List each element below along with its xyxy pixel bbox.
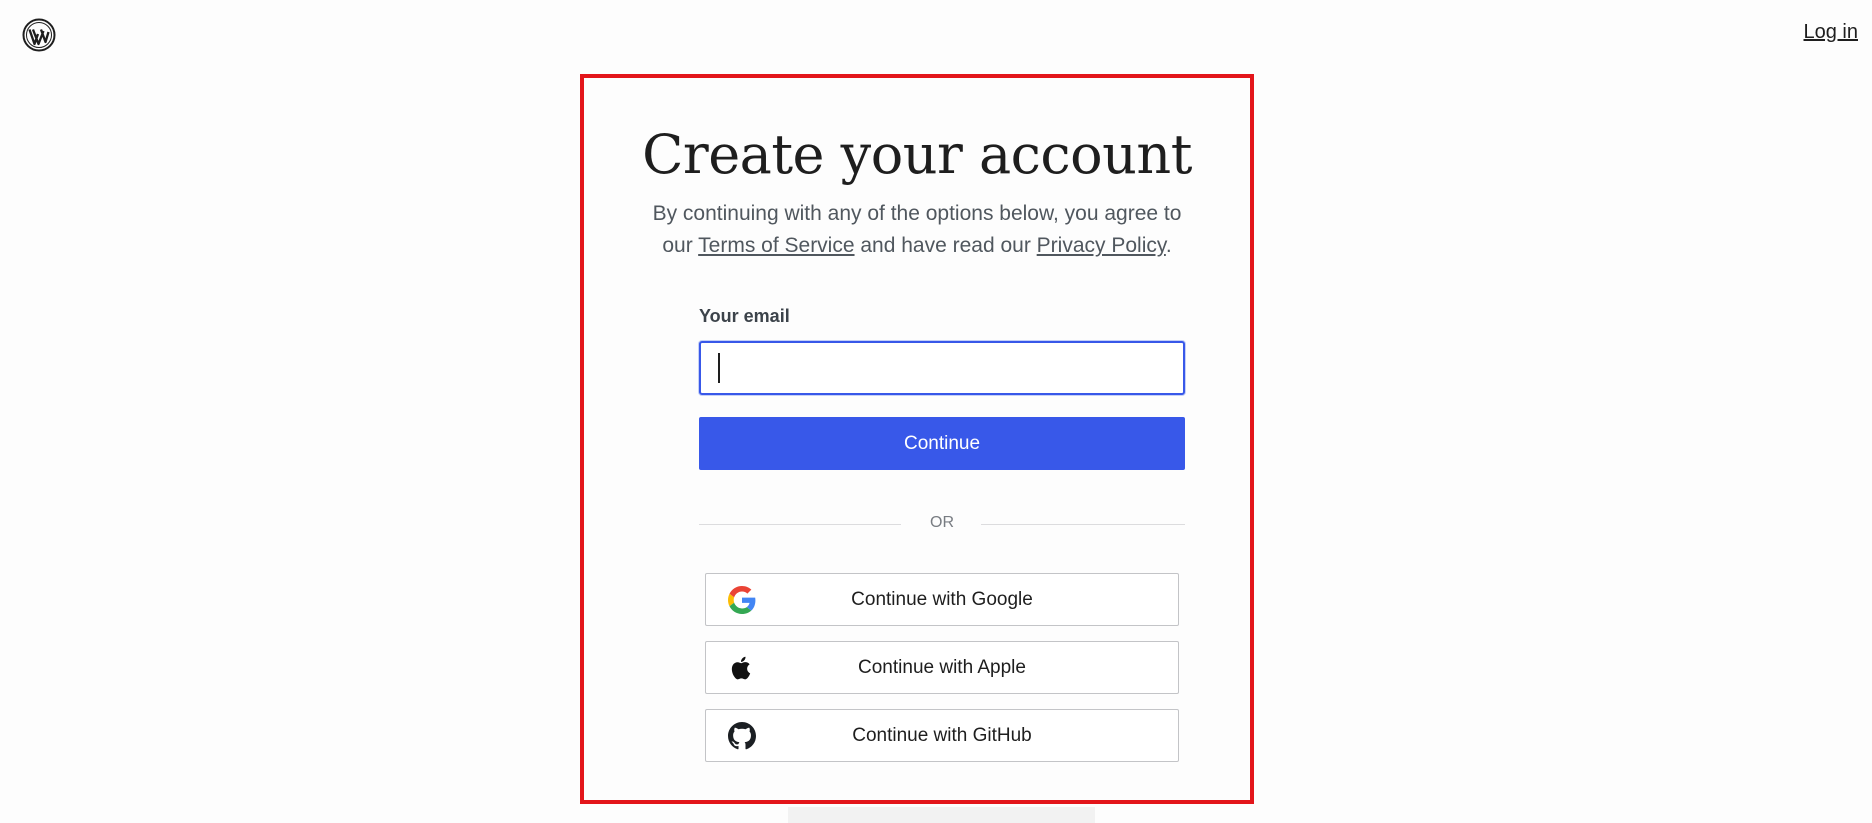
login-link[interactable]: Log in	[1804, 21, 1859, 44]
bottom-tab	[788, 807, 1095, 823]
continue-with-github-button[interactable]: Continue with GitHub	[705, 709, 1179, 762]
google-icon	[728, 586, 756, 614]
page-title: Create your account	[642, 123, 1192, 186]
signup-panel: Create your account By continuing with a…	[584, 78, 1250, 762]
github-icon	[728, 722, 756, 750]
or-divider: OR	[699, 514, 1185, 534]
page: Log in Create your account By continuing…	[0, 0, 1872, 823]
terms-notice-text: and have read our	[854, 234, 1037, 257]
terms-of-service-link[interactable]: Terms of Service	[698, 234, 854, 257]
privacy-policy-link[interactable]: Privacy Policy	[1037, 234, 1166, 257]
terms-notice-text: .	[1165, 234, 1172, 257]
email-label: Your email	[699, 306, 790, 326]
continue-with-google-button[interactable]: Continue with Google	[705, 573, 1179, 626]
continue-button[interactable]: Continue	[699, 417, 1185, 470]
apple-button-label: Continue with Apple	[858, 657, 1026, 678]
wordpress-logo-icon[interactable]	[22, 18, 56, 52]
google-button-label: Continue with Google	[851, 589, 1033, 610]
text-caret	[718, 353, 720, 383]
or-label: OR	[930, 514, 954, 531]
apple-icon	[731, 656, 751, 680]
email-input[interactable]	[699, 341, 1185, 395]
github-button-label: Continue with GitHub	[852, 725, 1032, 746]
divider-line	[981, 524, 1185, 525]
continue-with-apple-button[interactable]: Continue with Apple	[705, 641, 1179, 694]
terms-notice: By continuing with any of the options be…	[637, 198, 1197, 262]
social-login-options: Continue with Google Continue with Apple…	[705, 573, 1179, 777]
email-form: Your email Continue OR	[699, 306, 1185, 534]
